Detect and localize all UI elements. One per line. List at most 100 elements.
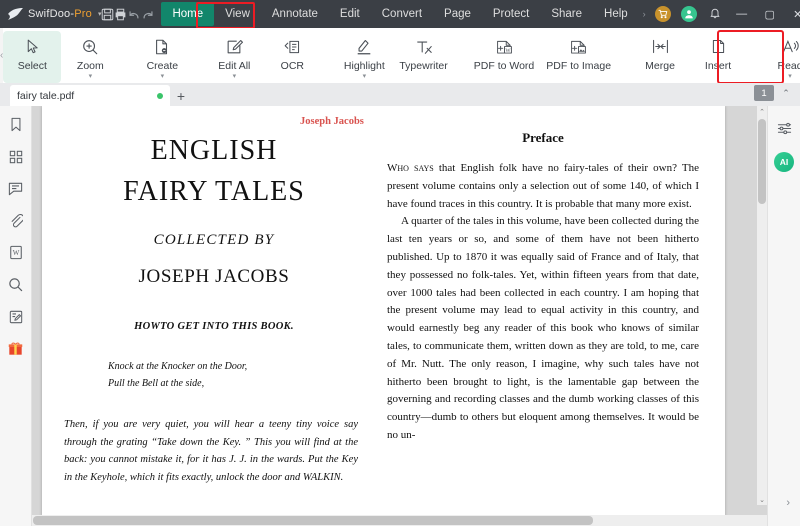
sliders-settings-icon[interactable]: [772, 115, 796, 141]
highlight-dropdown-caret[interactable]: ▾: [363, 73, 367, 80]
scroll-down-button[interactable]: ⌄: [757, 494, 767, 505]
pdf-to-word-label: PDF to Word: [473, 60, 535, 72]
thumbnails-icon[interactable]: [4, 144, 28, 169]
edit-all-button[interactable]: Edit All ▾: [205, 31, 263, 80]
ocr-label: OCR: [280, 60, 305, 72]
title-bar: SwifDoo-Pro ▾ Home View Annotate Edit Co…: [0, 0, 800, 28]
print-icon[interactable]: [114, 0, 127, 28]
document-tab-strip: fairy tale.pdf + 1 ⌃: [0, 83, 800, 106]
preface-heading: Preface: [522, 130, 564, 145]
merge-icon: [651, 35, 670, 58]
form-field-icon[interactable]: [4, 304, 28, 329]
document-tab[interactable]: fairy tale.pdf: [10, 85, 170, 106]
select-button[interactable]: Select: [3, 31, 62, 83]
menu-item-annotate[interactable]: Annotate: [261, 2, 329, 26]
preface-column: Preface Who says that English folk have …: [387, 130, 699, 445]
menu-item-convert[interactable]: Convert: [371, 2, 433, 26]
scroll-up-button[interactable]: ⌃: [757, 106, 767, 117]
brand-accent: Pro: [74, 8, 92, 20]
new-tab-button[interactable]: +: [170, 85, 192, 106]
verse-line-2: Pull the Bell at the side,: [108, 378, 205, 389]
book-title-line-2: FAIRY TALES: [123, 176, 305, 207]
cursor-arrow-icon: [24, 35, 41, 58]
horizontal-scrollbar[interactable]: [32, 515, 767, 526]
gift-icon[interactable]: [4, 336, 28, 361]
ribbon-group-annotate: Highlight ▾ Typewriter: [335, 28, 453, 83]
zoom-dropdown-caret[interactable]: ▾: [89, 73, 93, 80]
verse-line-1: Knock at the Knocker on the Door,: [108, 361, 248, 372]
vertical-scroll-thumb[interactable]: [758, 119, 766, 204]
ocr-button[interactable]: OCR: [263, 31, 321, 72]
close-button[interactable]: ✕: [784, 0, 800, 28]
menu-item-home[interactable]: Home: [161, 2, 215, 26]
menu-item-protect[interactable]: Protect: [482, 2, 540, 26]
vertical-scrollbar[interactable]: ⌃ ⌄: [757, 106, 767, 505]
search-icon[interactable]: [4, 272, 28, 297]
document-tab-label: fairy tale.pdf: [17, 89, 75, 102]
zoom-label: Zoom: [76, 60, 104, 72]
titlebar-right-group: — ▢ ✕: [650, 0, 800, 28]
collected-by-label: COLLECTED BY: [153, 232, 275, 248]
typewriter-button[interactable]: Typewriter: [393, 31, 453, 72]
create-button[interactable]: Create ▾: [133, 31, 191, 80]
how-to-heading: HOWTO GET INTO THIS BOOK.: [134, 321, 294, 332]
horizontal-scroll-thumb[interactable]: [33, 516, 593, 525]
pdf-to-word-icon: W: [495, 35, 514, 58]
notification-bell-icon[interactable]: [709, 7, 721, 22]
menu-item-view[interactable]: View: [214, 2, 261, 26]
pdf-to-image-button[interactable]: PDF to Image: [540, 31, 617, 72]
menu-item-page[interactable]: Page: [433, 2, 482, 26]
minimize-button[interactable]: —: [728, 0, 756, 28]
menu-item-edit[interactable]: Edit: [329, 2, 371, 26]
menu-overflow-icon[interactable]: ›: [639, 9, 650, 19]
cart-icon[interactable]: [654, 6, 671, 22]
book-title-line-1: ENGLISH: [150, 135, 278, 166]
undo-icon[interactable]: [127, 0, 141, 28]
page-running-header: Joseph Jacobs: [300, 116, 364, 127]
preface-body: Who says that English folk have no fairy…: [387, 160, 699, 445]
edit-all-label: Edit All: [218, 60, 251, 72]
attachment-icon[interactable]: [4, 208, 28, 233]
insert-button[interactable]: Insert: [689, 31, 747, 72]
menu-item-share[interactable]: Share: [540, 2, 593, 26]
redo-icon[interactable]: [141, 0, 155, 28]
title-column: ENGLISH FAIRY TALES COLLECTED BY JOSEPH …: [64, 130, 364, 486]
page-view-area[interactable]: Joseph Jacobs ENGLISH FAIRY TALES COLLEC…: [32, 106, 767, 526]
zoom-button[interactable]: Zoom ▾: [61, 31, 119, 80]
unsaved-indicator-dot: [157, 92, 163, 99]
pdf-to-image-icon: [569, 35, 588, 58]
preface-paragraph-2: A quarter of the tales in this volume, h…: [387, 215, 699, 441]
read-dropdown-caret[interactable]: ▾: [788, 73, 792, 80]
page-number-badge: 1: [754, 85, 774, 101]
maximize-button[interactable]: ▢: [756, 0, 784, 28]
edit-all-dropdown-caret[interactable]: ▾: [233, 73, 237, 80]
menu-item-help[interactable]: Help: [593, 2, 639, 26]
select-label: Select: [17, 60, 47, 72]
brand-label: SwifDoo-Pro: [28, 8, 92, 20]
highlight-button[interactable]: Highlight ▾: [335, 31, 393, 80]
read-button[interactable]: Read ▾: [761, 31, 800, 80]
edit-all-icon: [225, 35, 244, 58]
word-convert-icon[interactable]: W: [4, 240, 28, 265]
pdf-page-content: Joseph Jacobs ENGLISH FAIRY TALES COLLEC…: [42, 106, 725, 516]
svg-text:W: W: [505, 47, 511, 53]
create-dropdown-caret[interactable]: ▾: [161, 73, 165, 80]
save-icon[interactable]: [101, 0, 114, 28]
highlight-pen-icon: [355, 35, 373, 58]
ribbon-toolbar: ‹ Select Zoom ▾ Create ▾ Edit All ▾ OCR …: [0, 28, 800, 84]
pdf-to-word-button[interactable]: W PDF to Word: [468, 31, 541, 72]
insert-label: Insert: [704, 60, 732, 72]
expand-right-panel-button[interactable]: ›: [786, 497, 790, 509]
typewriter-icon: [415, 35, 433, 58]
merge-button[interactable]: Merge: [631, 31, 689, 72]
avatar[interactable]: [680, 6, 697, 22]
ribbon-group-view: Read ▾ Search AI SwifDoo AI: [761, 28, 800, 83]
right-sidebar: AI: [767, 106, 800, 526]
preface-paragraph-1: Who says that English folk have no fairy…: [387, 160, 699, 213]
comment-icon[interactable]: [4, 176, 28, 201]
page-nav-caret-icon[interactable]: ⌃: [778, 85, 794, 101]
bookmark-icon[interactable]: [4, 112, 28, 137]
create-label: Create: [146, 60, 179, 72]
swifdoo-ai-icon[interactable]: AI: [772, 149, 796, 175]
read-label: Read: [777, 60, 800, 72]
